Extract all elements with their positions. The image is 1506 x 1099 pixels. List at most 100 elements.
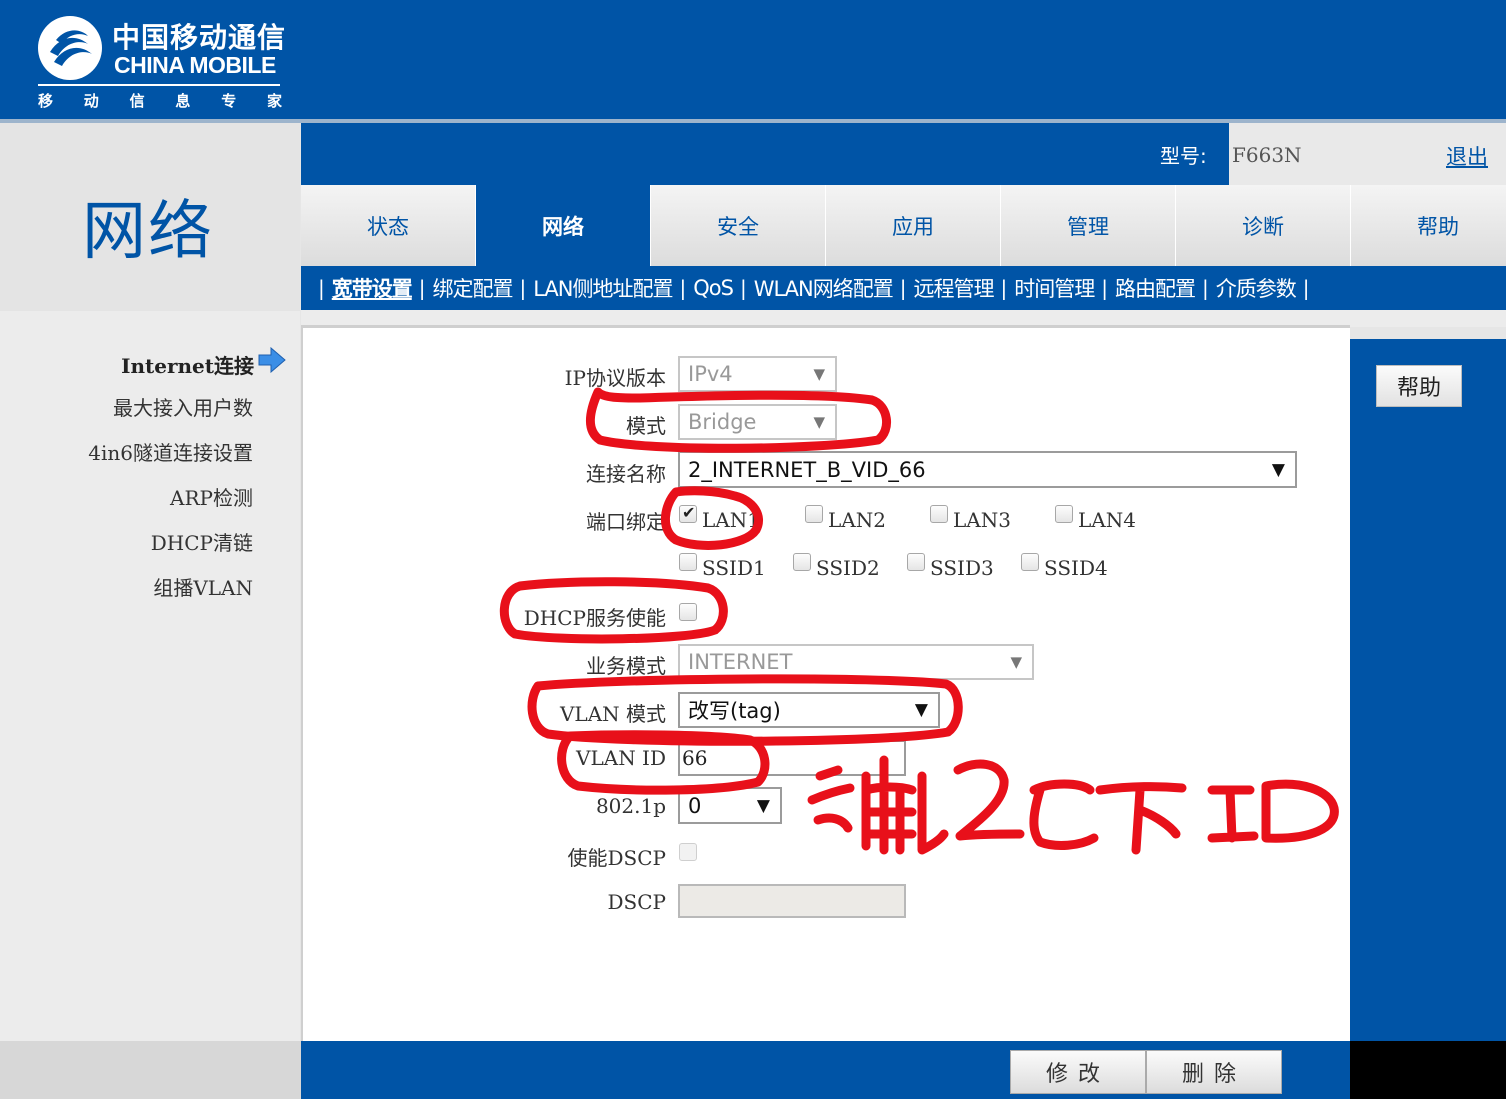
mode-label: 模式 xyxy=(626,414,666,438)
sidebar-item-max-users[interactable]: 最大接入用户数 xyxy=(113,392,253,421)
ssid3-checkbox[interactable] xyxy=(907,553,925,571)
lan2-checkbox[interactable] xyxy=(805,505,823,523)
tab-help[interactable]: 帮助 xyxy=(1351,185,1506,266)
ip-version-value: IPv4 xyxy=(688,362,733,386)
brand-slogan: 移 动 信 息 专 家 xyxy=(38,90,282,111)
lan4-checkbox[interactable] xyxy=(1055,505,1073,523)
service-mode-value: INTERNET xyxy=(688,650,793,674)
subnav-separator: | xyxy=(1202,276,1209,300)
subnav-separator: | xyxy=(1101,276,1109,300)
lan2-label: LAN2 xyxy=(828,508,886,532)
subnav-separator: | xyxy=(679,276,687,300)
dscp-enable-label: 使能DSCP xyxy=(567,846,667,870)
subnav-remote[interactable]: 远程管理 xyxy=(914,273,995,303)
connection-name-select[interactable]: 2_INTERNET_B_VID_66 ▼ xyxy=(678,451,1297,488)
delete-button[interactable]: 删除 xyxy=(1146,1050,1282,1094)
subnav-lan-address[interactable]: LAN侧地址配置 xyxy=(533,273,673,303)
brand-name-en: CHINA MOBILE xyxy=(114,52,276,78)
mode-value: Bridge xyxy=(688,410,757,434)
model-label: 型号: xyxy=(1160,144,1207,168)
sidebar-item-arp-detect[interactable]: ARP检测 xyxy=(170,482,253,511)
lan3-checkbox[interactable] xyxy=(930,505,948,523)
main-tabs: 状态 网络 安全 应用 管理 诊断 帮助 xyxy=(301,185,1506,266)
subnav-separator: | xyxy=(899,276,907,300)
service-mode-label: 业务模式 xyxy=(586,654,666,678)
subnav-time[interactable]: 时间管理 xyxy=(1014,273,1095,303)
port-binding-label: 端口绑定 xyxy=(586,510,666,534)
connection-name-value: 2_INTERNET_B_VID_66 xyxy=(688,457,926,482)
subnav-separator: | xyxy=(1302,276,1310,300)
footer-right xyxy=(1350,1041,1506,1099)
subnav-binding[interactable]: 绑定配置 xyxy=(433,273,514,303)
lan4-label: LAN4 xyxy=(1078,508,1136,532)
slogan-char: 移 xyxy=(38,92,54,110)
caret-down-icon: ▼ xyxy=(756,795,770,816)
service-mode-select[interactable]: INTERNET ▼ xyxy=(678,644,1034,680)
dhcp-enable-checkbox[interactable] xyxy=(679,603,697,621)
slogan-char: 专 xyxy=(221,92,237,110)
brand-divider xyxy=(38,84,280,86)
china-mobile-logo-icon xyxy=(38,16,102,80)
subnav-broadband[interactable]: 宽带设置 xyxy=(332,273,413,303)
connection-name-label: 连接名称 xyxy=(586,462,666,486)
subnav-routing[interactable]: 路由配置 xyxy=(1115,273,1196,303)
lan3-label: LAN3 xyxy=(953,508,1011,532)
vlan-mode-select[interactable]: 改写(tag) ▼ xyxy=(678,692,940,728)
vlan-mode-value: 改写(tag) xyxy=(688,699,781,723)
slogan-char: 家 xyxy=(266,92,282,110)
slogan-char: 动 xyxy=(83,92,99,110)
subnav-separator: | xyxy=(739,276,747,300)
ip-version-label: IP协议版本 xyxy=(564,366,666,390)
caret-down-icon: ▼ xyxy=(813,413,825,431)
subnav-separator: | xyxy=(318,276,325,300)
subnav-separator: | xyxy=(519,276,527,300)
tab-network[interactable]: 网络 xyxy=(476,185,651,266)
p8021-select[interactable]: 0 ▼ xyxy=(678,787,782,824)
caret-down-icon: ▼ xyxy=(813,365,825,383)
ssid3-label: SSID3 xyxy=(930,556,994,580)
lan1-checkbox[interactable] xyxy=(679,503,697,523)
help-button[interactable]: 帮助 xyxy=(1376,365,1462,407)
tab-security[interactable]: 安全 xyxy=(651,185,826,266)
tab-application[interactable]: 应用 xyxy=(826,185,1001,266)
ssid2-label: SSID2 xyxy=(816,556,880,580)
subnav-wlan[interactable]: WLAN网络配置 xyxy=(754,273,894,303)
slogan-char: 息 xyxy=(175,92,191,110)
brand-name-cn: 中国移动通信 xyxy=(112,21,287,54)
caret-down-icon: ▼ xyxy=(1010,653,1022,671)
vlan-id-input[interactable]: 66 xyxy=(678,740,906,776)
sidebar-item-4in6-tunnel[interactable]: 4in6隧道连接设置 xyxy=(88,437,253,466)
ssid1-label: SSID1 xyxy=(702,556,766,580)
model-value: F663N xyxy=(1232,143,1302,167)
lan1-label: LAN1 xyxy=(702,508,760,532)
p8021-value: 0 xyxy=(688,793,702,818)
sidebar-item-dhcp-clear[interactable]: DHCP清链 xyxy=(151,527,253,556)
tab-management[interactable]: 管理 xyxy=(1001,185,1176,266)
ssid2-checkbox[interactable] xyxy=(793,553,811,571)
dhcp-enable-label: DHCP服务使能 xyxy=(523,606,666,630)
arrow-right-icon xyxy=(258,347,286,373)
subnav-separator: | xyxy=(1000,276,1008,300)
tab-status[interactable]: 状态 xyxy=(301,185,476,266)
modify-button[interactable]: 修改 xyxy=(1010,1050,1146,1094)
dscp-enable-checkbox xyxy=(679,843,697,861)
ssid1-checkbox[interactable] xyxy=(679,553,697,571)
caret-down-icon: ▼ xyxy=(914,700,928,720)
mode-select[interactable]: Bridge ▼ xyxy=(678,404,837,440)
ip-version-select[interactable]: IPv4 ▼ xyxy=(678,356,837,392)
tab-diagnosis[interactable]: 诊断 xyxy=(1176,185,1351,266)
subnav-media[interactable]: 介质参数 xyxy=(1216,273,1297,303)
subnav-qos[interactable]: QoS xyxy=(693,276,734,300)
dscp-input xyxy=(678,884,906,918)
sub-nav: | 宽带设置 | 绑定配置 | LAN侧地址配置 | QoS | WLAN网络配… xyxy=(301,266,1506,310)
vlan-mode-label: VLAN 模式 xyxy=(559,702,666,726)
sidebar-item-multicast-vlan[interactable]: 组播VLAN xyxy=(153,572,253,601)
ssid4-checkbox[interactable] xyxy=(1021,553,1039,571)
model-bar xyxy=(301,123,1229,185)
help-column xyxy=(1350,339,1506,1041)
logout-link[interactable]: 退出 xyxy=(1446,141,1488,171)
sidebar-item-internet-connection[interactable]: Internet连接 xyxy=(121,350,254,379)
p8021-label: 802.1p xyxy=(595,794,666,818)
caret-down-icon: ▼ xyxy=(1271,459,1285,480)
ssid4-label: SSID4 xyxy=(1044,556,1108,580)
